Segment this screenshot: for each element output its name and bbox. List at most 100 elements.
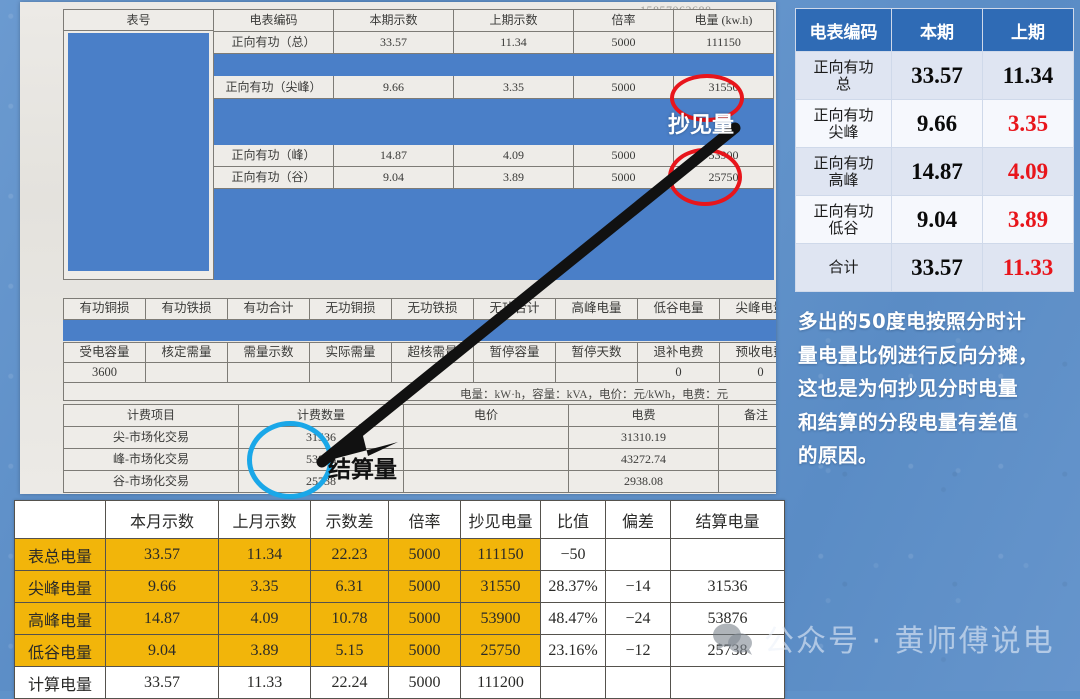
cap-value-2 [227,362,310,383]
calc-row2-deviation: −24 [605,602,671,635]
doc-row2-code: 正向有功（峰） [213,144,334,167]
cap-header-3: 实际需量 [309,342,392,363]
calc-header-3: 示数差 [310,500,389,539]
calc-row3-rate: 5000 [388,634,461,667]
watermark-text: 公众号 · 黄师傅说电 [764,624,1055,659]
summary-row1-label-line1: 正向有功 [813,105,874,124]
calc-row4-diff: 22.24 [310,666,389,699]
doc-unit-note: 电量：kW·h，容量：kVA，电价：元/kWh，电费：元 [460,389,729,401]
cap-value-0: 3600 [63,362,146,383]
table-row: 计算电量 33.57 11.33 22.24 5000 111200 [14,666,785,699]
calc-header-4: 倍率 [388,500,461,539]
loss-header-2: 有功合计 [227,298,310,320]
loss-header-4: 无功铁损 [391,298,474,320]
bill-header-price: 电价 [403,404,569,427]
calc-row3-read-energy: 25750 [460,634,541,667]
summary-row3-label-line2: 低谷 [828,218,859,237]
calc-row4-last-month: 11.33 [218,666,311,699]
doc-meter-header-previous: 上期示数 [453,9,574,32]
table-row: 受电容量 核定需量 需量示数 实际需量 超核需量 暂停容量 暂停天数 退补电费 … [63,342,776,363]
doc-billing-table: 计费项目 计费数量 电价 电费 备注 尖-市场化交易 31536 31310.1… [63,404,776,493]
calc-row4-this-month: 33.57 [105,666,219,699]
calc-header-6: 比值 [540,500,606,539]
bill-row1-item: 峰-市场化交易 [63,448,239,471]
calc-row0-this-month: 33.57 [105,538,219,571]
doc-row3-rate: 5000 [573,166,674,189]
summary-header-previous: 上期 [982,8,1074,52]
calc-row2-last-month: 4.09 [218,602,311,635]
bill-header-fee: 电费 [568,404,719,427]
calc-row0-rate: 5000 [388,538,461,571]
blue-circle-settled-qty [247,421,333,499]
paragraph-line-0: 多出的50度电按照分时计 [798,310,1027,333]
loss-header-5: 无功合计 [473,298,556,320]
redaction-row [213,53,774,76]
summary-row0-previous: 11.34 [982,51,1074,100]
bill-header-qty: 计费数量 [238,404,404,427]
summary-row4-current: 33.57 [891,243,983,292]
paragraph-line-4: 的原因。 [798,444,879,468]
doc-row0-current: 33.57 [333,31,454,54]
doc-row2-previous: 4.09 [453,144,574,167]
summary-row0-label-line2: 总 [835,74,851,93]
bill-row2-remark [718,470,776,493]
table-row: 高峰电量 14.87 4.09 10.78 5000 53900 48.47% … [14,602,785,635]
cap-value-6 [555,362,638,383]
scanned-bill-document: 15857062688 表号 电表编码 本期示数 上期示数 倍率 电量 (kw.… [20,2,776,494]
bill-row0-price [403,426,569,449]
annotation-label-read-value: 抄见量 [668,113,735,138]
loss-header-0: 有功铜损 [63,298,146,320]
summary-row1-label: 正向有功 尖峰 [795,99,892,148]
paragraph-line-1: 量电量比例进行反向分摊， [798,343,1039,367]
summary-header-current: 本期 [891,8,983,52]
table-row: 低谷电量 9.04 3.89 5.15 5000 25750 23.16% −1… [14,634,785,667]
redaction-row [63,319,776,341]
calc-row1-label: 尖峰电量 [14,570,106,603]
doc-row3-current: 9.04 [333,166,454,189]
doc-row0-code: 正向有功（总） [213,31,334,54]
loss-header-1: 有功铁损 [145,298,228,320]
table-row: 正向有功 高峰 14.87 4.09 [795,147,1074,196]
summary-header-code: 电表编码 [795,8,892,52]
cap-value-1 [145,362,228,383]
red-circle-peakvalley-read [668,148,742,206]
cap-value-4 [391,362,474,383]
summary-row1-previous: 3.35 [982,99,1074,148]
cap-value-3 [309,362,392,383]
summary-row3-current: 9.04 [891,195,983,244]
table-row: 有功铜损 有功铁损 有功合计 无功铜损 无功铁损 无功合计 高峰电量 低谷电量 … [63,298,776,320]
table-row: 正向有功 总 33.57 11.34 [795,51,1074,100]
cap-value-8: 0 [719,362,776,383]
calc-row4-rate: 5000 [388,666,461,699]
summary-row2-label-line2: 高峰 [828,170,859,189]
cap-header-5: 暂停容量 [473,342,556,363]
cap-value-5 [473,362,556,383]
wechat-icon [713,623,752,655]
table-row: 合计 33.57 11.33 [795,243,1074,292]
bill-row2-price [403,470,569,493]
doc-row2-rate: 5000 [573,144,674,167]
calculation-table: 本月示数 上月示数 示数差 倍率 抄见电量 比值 偏差 结算电量 表总电量 33… [14,500,785,699]
calc-row0-deviation [605,538,671,571]
doc-meter-header-energy: 电量 (kw.h) [673,9,774,32]
loss-header-3: 无功铜损 [309,298,392,320]
table-row-redacted [63,319,776,341]
calc-row0-last-month: 11.34 [218,538,311,571]
calc-row2-rate: 5000 [388,602,461,635]
table-row: 正向有功 低谷 9.04 3.89 [795,195,1074,244]
paragraph-line-3: 和结算的分段电量有差值 [798,410,1019,434]
doc-meter-table: 表号 电表编码 本期示数 上期示数 倍率 电量 (kw.h) 正向有功（总） 3… [63,9,774,280]
summary-row2-label-line1: 正向有功 [813,153,874,172]
paragraph-line-2: 这也是为何抄见分时电量 [798,377,1019,401]
bill-row0-item: 尖-市场化交易 [63,426,239,449]
summary-row4-previous: 11.33 [982,243,1074,292]
summary-row0-current: 33.57 [891,51,983,100]
calc-row0-diff: 22.23 [310,538,389,571]
table-header-row: 电表编码 本期 上期 [795,8,1074,52]
summary-row3-label: 正向有功 低谷 [795,195,892,244]
calc-row1-this-month: 9.66 [105,570,219,603]
doc-row1-rate: 5000 [573,75,674,99]
calc-row1-read-energy: 31550 [460,570,541,603]
calc-header-2: 上月示数 [218,500,311,539]
summary-row2-current: 14.87 [891,147,983,196]
